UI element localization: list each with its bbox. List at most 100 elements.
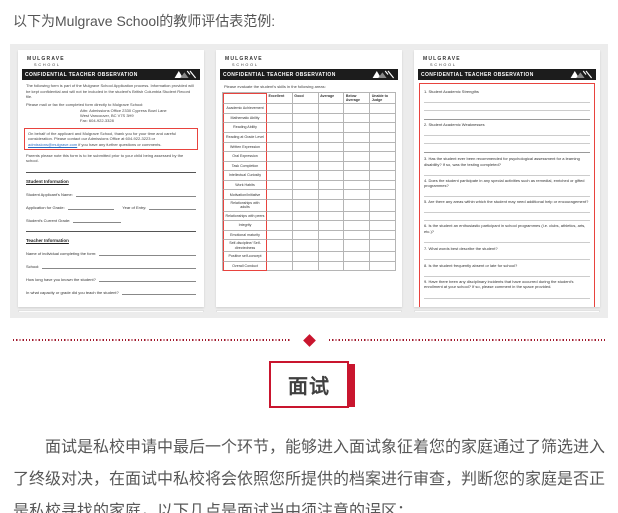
rating-cell: [319, 181, 345, 191]
rating-cell: [370, 143, 396, 153]
rating-cell: [370, 240, 396, 252]
form-banner-title: CONFIDENTIAL TEACHER OBSERVATION: [223, 72, 336, 78]
questions-box: 1. Student Academic Strengths 2. Student…: [419, 83, 595, 307]
rating-cell: [267, 190, 293, 200]
blank-line: [73, 219, 121, 223]
question-item: 7. What words best describe the student?: [424, 246, 590, 261]
grid-column-header: Below Average: [344, 93, 370, 105]
rating-cell: [344, 262, 370, 272]
section-title: 面试: [269, 361, 349, 408]
field-label: In what capacity or grade did you teach …: [26, 290, 119, 295]
rating-cell: [293, 104, 319, 114]
answer-lines: [424, 188, 590, 197]
skill-label-cell: Self-discipline/ Self-directedness: [223, 240, 267, 252]
rating-cell: [319, 221, 345, 231]
form1-highlight-box: On behalf of the applicant and Mulgrave …: [24, 128, 198, 150]
question-item: 8. Is the student frequently absent or l…: [424, 263, 590, 277]
field-label: School:: [26, 264, 39, 269]
skill-label-cell: Integrity: [223, 221, 267, 231]
next-page-peek: [18, 310, 204, 312]
rating-cell: [267, 114, 293, 124]
rating-cell: [370, 231, 396, 241]
question-item: 1. Student Academic Strengths: [424, 89, 590, 120]
blank-line: [76, 193, 196, 197]
field-label: Application for Grade:: [26, 205, 65, 210]
rating-cell: [370, 221, 396, 231]
field-label: Student Applicant's Name:: [26, 192, 73, 197]
question-text: 4. Does the student participate in any s…: [424, 178, 590, 188]
answer-lines: [424, 290, 590, 303]
answer-lines: [424, 251, 590, 261]
mulgrave-school-wordmark: MULGRAVE SCHOOL: [27, 57, 204, 67]
rating-cell: [319, 143, 345, 153]
skill-label-cell: Oral Expression: [223, 152, 267, 162]
rating-cell: [319, 240, 345, 252]
rating-cell: [344, 152, 370, 162]
rating-cell: [267, 262, 293, 272]
mulgrave-school-wordmark: MULGRAVE SCHOOL: [225, 57, 402, 67]
teacher-observation-form-page-1: MULGRAVE SCHOOL CONFIDENTIAL TEACHER OBS…: [18, 50, 204, 307]
divider-line-left: [13, 339, 290, 341]
rating-cell: [293, 190, 319, 200]
teacher-observation-form-page-2: MULGRAVE SCHOOL CONFIDENTIAL TEACHER OBS…: [216, 50, 402, 307]
mulgrave-logo-icon: [367, 70, 395, 79]
rating-cell: [344, 114, 370, 124]
grid-column-header: Average: [319, 93, 345, 105]
skill-label-cell: Academic Achievement: [223, 104, 267, 114]
skill-label-cell: Task Completion: [223, 162, 267, 172]
rating-cell: [267, 171, 293, 181]
rating-cell: [344, 162, 370, 172]
skill-label-cell: Emotional maturity: [223, 231, 267, 241]
rating-cell: [293, 200, 319, 212]
rating-cell: [319, 262, 345, 272]
divider-line-right: [329, 339, 606, 341]
rating-cell: [370, 171, 396, 181]
mulgrave-logo-icon: [565, 70, 593, 79]
rating-cell: [344, 200, 370, 212]
rating-cell: [293, 231, 319, 241]
rating-cell: [267, 200, 293, 212]
rating-cell: [293, 162, 319, 172]
rating-cell: [267, 162, 293, 172]
rating-cell: [267, 123, 293, 133]
rating-cell: [293, 262, 319, 272]
question-text: 3. Has the student ever been recommended…: [424, 156, 590, 166]
skill-label-cell: Intellectual Curiosity: [223, 171, 267, 181]
forms-gallery-panel: MULGRAVE SCHOOL CONFIDENTIAL TEACHER OBS…: [10, 44, 608, 318]
skill-label-cell: Written Expression: [223, 143, 267, 153]
rating-cell: [319, 152, 345, 162]
form-column-3: MULGRAVE SCHOOL CONFIDENTIAL TEACHER OBS…: [414, 50, 600, 312]
mulgrave-school-wordmark: MULGRAVE SCHOOL: [423, 57, 600, 67]
rating-cell: [370, 200, 396, 212]
field-label: How long have you known the student?: [26, 277, 96, 282]
question-item: 2. Student Academic Weaknesses: [424, 122, 590, 154]
rating-cell: [344, 231, 370, 241]
rating-cell: [293, 133, 319, 143]
skill-label-cell: Reading Ability: [223, 123, 267, 133]
rating-cell: [319, 212, 345, 222]
rating-cell: [344, 171, 370, 181]
rating-cell: [319, 190, 345, 200]
rating-cell: [370, 262, 396, 272]
blank-line: [149, 206, 196, 210]
intro-text: 以下为Mulgrave School的教师评估表范例:: [13, 11, 605, 31]
blank-line: [99, 252, 196, 256]
next-page-peek: [216, 310, 402, 312]
skill-label-cell: Reading at Grade Level: [223, 133, 267, 143]
student-info-heading: Student Information: [26, 179, 196, 184]
rating-cell: [267, 221, 293, 231]
rating-cell: [370, 181, 396, 191]
skill-label-cell: Work Habits: [223, 181, 267, 191]
rating-cell: [344, 212, 370, 222]
question-text: 6. Is the student an enthusiastic partic…: [424, 223, 590, 233]
section-title-wrap: 面试: [0, 361, 618, 408]
rating-cell: [344, 252, 370, 262]
rating-cell: [319, 162, 345, 172]
rating-cell: [267, 252, 293, 262]
field-label: Name of individual completing the form:: [26, 251, 96, 256]
rating-cell: [370, 152, 396, 162]
rating-cell: [370, 252, 396, 262]
field-row: Student's Current Grade:: [26, 218, 196, 223]
mulgrave-logo-icon: [169, 70, 197, 79]
rating-cell: [344, 104, 370, 114]
